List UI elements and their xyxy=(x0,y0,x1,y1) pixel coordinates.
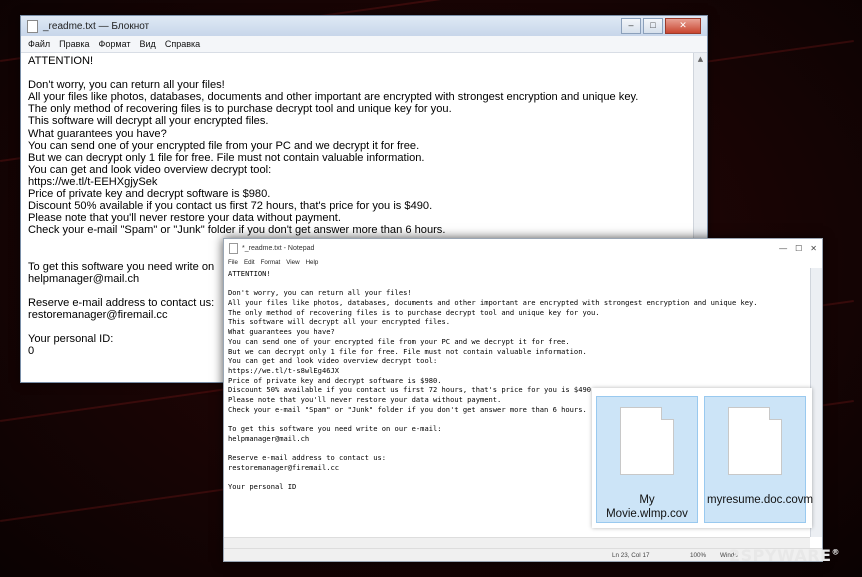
text-line: You can send one of your encrypted file … xyxy=(228,336,570,346)
minimize-button[interactable]: – xyxy=(621,18,641,34)
file-item[interactable]: My Movie.wlmp.cov xyxy=(596,396,698,523)
window-title: *_readme.txt - Notepad xyxy=(242,244,315,252)
menu-edit[interactable]: Edit xyxy=(244,259,255,266)
window-title: _readme.txt — Блокнот xyxy=(43,20,150,32)
title-bar[interactable]: _readme.txt — Блокнот – □ ✕ xyxy=(21,16,707,36)
text-line: But we can decrypt only 1 file for free.… xyxy=(28,151,425,164)
title-bar[interactable]: *_readme.txt - Notepad — ☐ ✕ xyxy=(224,239,822,257)
menu-bar: Файл Правка Формат Вид Справка xyxy=(21,36,707,53)
menu-edit[interactable]: Правка xyxy=(59,39,89,49)
text-line xyxy=(28,67,686,79)
minimize-button[interactable]: — xyxy=(779,244,787,253)
text-line: Please note that you'll never restore yo… xyxy=(28,212,341,225)
file-name: My Movie.wlmp.cov xyxy=(606,494,688,520)
file-name: myresume.doc.covm xyxy=(707,494,814,506)
menu-format[interactable]: Format xyxy=(261,259,281,266)
close-button[interactable]: ✕ xyxy=(810,244,817,253)
text-line: You can send one of your encrypted file … xyxy=(28,139,420,152)
text-line: Check your e-mail "Spam" or "Junk" folde… xyxy=(28,224,446,237)
text-line: https://we.tl/t-s8wlEg46JX xyxy=(228,365,340,375)
text-line: Price of private key and decrypt softwar… xyxy=(228,375,442,385)
text-line: The only method of recovering files is t… xyxy=(228,307,600,317)
file-icon xyxy=(728,407,782,475)
text-line: This software will decrypt all your encr… xyxy=(228,317,451,327)
text-line: Price of private key and decrypt softwar… xyxy=(28,188,271,201)
text-line: ATTENTION! xyxy=(228,269,271,278)
text-line: What guarantees you have? xyxy=(228,327,335,337)
menu-file[interactable]: File xyxy=(228,259,238,266)
text-line: https://we.tl/t-EEHXgjySek xyxy=(28,175,158,188)
zoom-level: 100% xyxy=(690,551,707,559)
text-line: What guarantees you have? xyxy=(28,127,167,140)
menu-file[interactable]: Файл xyxy=(28,39,50,49)
scroll-up-icon[interactable]: ▲ xyxy=(694,53,707,65)
cursor-position: Ln 23, Col 17 xyxy=(612,551,650,559)
watermark-logo: 2SPYWARE® xyxy=(729,546,841,565)
menu-help[interactable]: Help xyxy=(306,259,319,266)
menu-bar: File Edit Format View Help xyxy=(224,257,822,268)
close-button[interactable]: ✕ xyxy=(665,18,701,34)
text-line: All your files like photos, databases, d… xyxy=(28,91,639,104)
maximize-button[interactable]: □ xyxy=(643,18,663,34)
text-line: You can get and look video overview decr… xyxy=(228,356,438,366)
menu-help[interactable]: Справка xyxy=(165,39,200,49)
text-line: This software will decrypt all your encr… xyxy=(28,115,269,128)
text-line: Discount 50% available if you contact us… xyxy=(28,200,433,213)
notepad-icon xyxy=(229,242,238,254)
explorer-file-view: My Movie.wlmp.cov myresume.doc.covm xyxy=(592,388,814,528)
text-line: All your files like photos, databases, d… xyxy=(228,298,758,308)
menu-view[interactable]: View xyxy=(286,259,299,266)
file-item[interactable]: myresume.doc.covm xyxy=(704,396,814,523)
text-line xyxy=(228,279,806,289)
notepad-icon xyxy=(27,19,38,33)
menu-view[interactable]: Вид xyxy=(140,39,156,49)
text-line: But we can decrypt only 1 file for free.… xyxy=(228,346,587,356)
text-line: Don't worry, you can return all your fil… xyxy=(228,288,412,298)
menu-format[interactable]: Формат xyxy=(99,39,131,49)
text-line: The only method of recovering files is t… xyxy=(28,103,452,116)
text-line: You can get and look video overview decr… xyxy=(28,163,272,176)
text-line: Don't worry, you can return all your fil… xyxy=(28,79,225,92)
file-icon xyxy=(620,407,674,475)
maximize-button[interactable]: ☐ xyxy=(795,244,802,253)
text-line: ATTENTION! xyxy=(28,55,94,67)
